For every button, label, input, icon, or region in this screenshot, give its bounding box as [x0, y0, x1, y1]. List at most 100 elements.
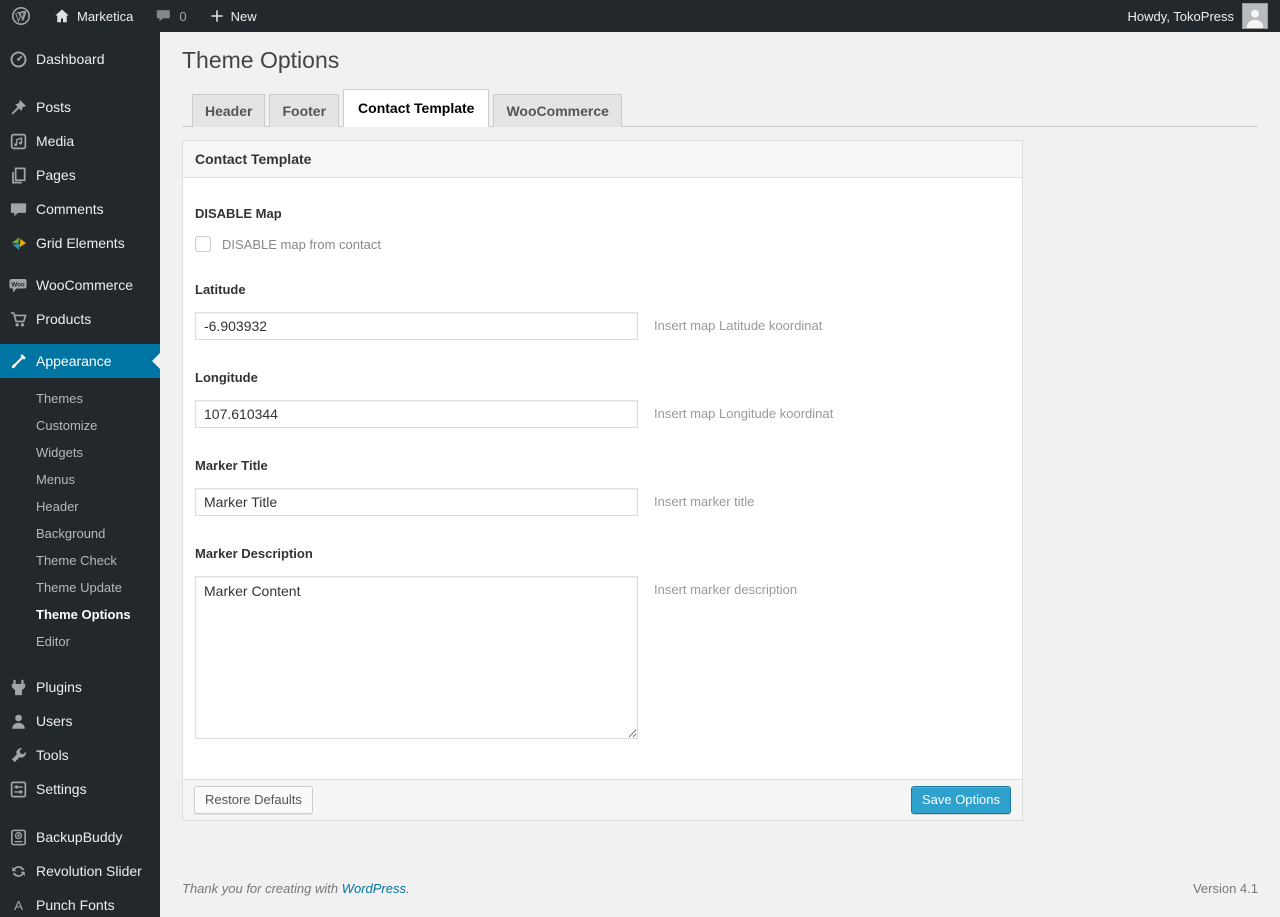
- disable-map-checkbox-label: DISABLE map from contact: [222, 236, 381, 252]
- panel-footer: Restore Defaults Save Options: [183, 779, 1022, 820]
- comments-menu[interactable]: 0: [144, 0, 197, 32]
- howdy-label: Howdy, TokoPress: [1127, 8, 1234, 24]
- sidebar-item-plugins[interactable]: Plugins: [0, 670, 160, 704]
- sidebar-item-posts[interactable]: Posts: [0, 90, 160, 124]
- field-label: Marker Title: [195, 458, 268, 473]
- contact-template-panel: Contact Template DISABLE Map DISABLE map…: [182, 140, 1023, 821]
- sidebar-item-tools[interactable]: Tools: [0, 738, 160, 772]
- sidebar-item-label: Grid Elements: [36, 235, 125, 251]
- menu-separator: [0, 76, 160, 90]
- sidebar-item-label: Plugins: [36, 679, 82, 695]
- svg-text:A: A: [14, 898, 23, 913]
- tab-woocommerce[interactable]: WooCommerce: [493, 94, 622, 127]
- avatar: [1242, 3, 1268, 29]
- longitude-hint: Insert map Longitude koordinat: [654, 406, 834, 421]
- submenu-item-theme-options[interactable]: Theme Options: [0, 602, 160, 629]
- disable-map-checkbox[interactable]: [195, 236, 211, 252]
- sidebar-item-backupbuddy[interactable]: BackupBuddy: [0, 820, 160, 854]
- woocommerce-icon: Woo: [8, 275, 28, 295]
- tab-footer[interactable]: Footer: [269, 94, 340, 127]
- admin-bar: Marketica 0 New Howdy, TokoPress: [0, 0, 1280, 32]
- sidebar-item-grid-elements[interactable]: Grid Elements: [0, 226, 160, 260]
- cart-icon: [8, 309, 28, 329]
- marker-description-hint: Insert marker description: [654, 582, 798, 597]
- sidebar-item-label: Dashboard: [36, 51, 105, 67]
- field-latitude: Latitude Insert map Latitude koordinat: [195, 282, 1010, 340]
- wrench-icon: [8, 745, 28, 765]
- sidebar-item-label: Comments: [36, 201, 104, 217]
- sidebar-item-revolution-slider[interactable]: Revolution Slider: [0, 854, 160, 888]
- sidebar-item-label: Tools: [36, 747, 69, 763]
- page-title: Theme Options: [182, 47, 340, 73]
- save-options-button[interactable]: Save Options: [910, 786, 1011, 814]
- submenu-item-theme-update[interactable]: Theme Update: [0, 575, 160, 602]
- admin-menu: Dashboard Posts Media Pages Comments Gri…: [0, 32, 160, 917]
- pushpin-icon: [8, 97, 28, 117]
- grid-elements-icon: [8, 233, 28, 253]
- panel-title: Contact Template: [183, 141, 1022, 178]
- submenu-item-header[interactable]: Header: [0, 494, 160, 521]
- site-name-menu[interactable]: Marketica: [42, 0, 144, 32]
- account-menu[interactable]: Howdy, TokoPress: [1128, 3, 1268, 29]
- user-icon: [8, 711, 28, 731]
- submenu-item-themes[interactable]: Themes: [0, 386, 160, 413]
- menu-separator: [0, 336, 160, 344]
- menu-separator: [0, 662, 160, 670]
- sidebar-item-label: Punch Fonts: [36, 897, 115, 913]
- disable-map-row: DISABLE map from contact: [195, 236, 1010, 252]
- submenu-item-widgets[interactable]: Widgets: [0, 440, 160, 467]
- media-icon: [8, 131, 28, 151]
- appearance-submenu: Themes Customize Widgets Menus Header Ba…: [0, 378, 160, 662]
- sidebar-item-woocommerce[interactable]: Woo WooCommerce: [0, 268, 160, 302]
- restore-defaults-button[interactable]: Restore Defaults: [194, 786, 313, 814]
- sidebar-item-dashboard[interactable]: Dashboard: [0, 42, 160, 76]
- sidebar-item-comments[interactable]: Comments: [0, 192, 160, 226]
- latitude-input[interactable]: [195, 312, 638, 340]
- submenu-item-customize[interactable]: Customize: [0, 413, 160, 440]
- field-marker-description: Marker Description Marker Content Insert…: [195, 546, 1010, 739]
- latitude-hint: Insert map Latitude koordinat: [654, 318, 823, 333]
- longitude-input[interactable]: [195, 400, 638, 428]
- plus-icon: [209, 8, 225, 24]
- marker-description-textarea[interactable]: Marker Content: [195, 576, 638, 739]
- wordpress-logo-icon: [11, 6, 31, 26]
- marker-title-input[interactable]: [195, 488, 638, 516]
- sidebar-item-label: Users: [36, 713, 73, 729]
- pages-icon: [8, 165, 28, 185]
- submenu-item-background[interactable]: Background: [0, 521, 160, 548]
- sidebar-item-punch-fonts[interactable]: A Punch Fonts: [0, 888, 160, 917]
- submenu-item-theme-check[interactable]: Theme Check: [0, 548, 160, 575]
- menu-separator: [0, 260, 160, 268]
- footer-version: Version 4.1: [1192, 881, 1258, 896]
- submenu-item-menus[interactable]: Menus: [0, 467, 160, 494]
- tab-bar: Header Footer Contact Template WooCommer…: [182, 89, 1258, 127]
- sidebar-item-label: Settings: [36, 781, 87, 797]
- submenu-item-editor[interactable]: Editor: [0, 629, 160, 656]
- field-disable-map: DISABLE Map DISABLE map from contact: [195, 206, 1010, 252]
- backupbuddy-icon: [8, 827, 28, 847]
- menu-separator: [0, 806, 160, 820]
- new-content-menu[interactable]: New: [198, 0, 268, 32]
- field-label: Marker Description: [195, 546, 313, 561]
- sidebar-item-label: Products: [36, 311, 92, 327]
- sidebar-item-pages[interactable]: Pages: [0, 158, 160, 192]
- sidebar-item-appearance[interactable]: Appearance: [0, 344, 160, 378]
- page-footer: Thank you for creating with WordPress. V…: [182, 881, 1258, 916]
- tab-contact-template[interactable]: Contact Template: [343, 89, 490, 127]
- new-label: New: [230, 8, 257, 24]
- sidebar-item-media[interactable]: Media: [0, 124, 160, 158]
- plug-icon: [8, 677, 28, 697]
- tab-header[interactable]: Header: [192, 94, 266, 127]
- field-label: Longitude: [195, 370, 258, 385]
- field-marker-title: Marker Title Insert marker title: [195, 458, 1010, 516]
- sidebar-item-settings[interactable]: Settings: [0, 772, 160, 806]
- field-label: Latitude: [195, 282, 246, 297]
- wordpress-logo-menu[interactable]: [0, 0, 42, 32]
- panel-body: DISABLE Map DISABLE map from contact Lat…: [183, 178, 1022, 779]
- wordpress-link[interactable]: WordPress: [342, 881, 406, 896]
- field-label: DISABLE Map: [195, 206, 282, 221]
- sidebar-item-label: BackupBuddy: [36, 829, 123, 845]
- sidebar-item-products[interactable]: Products: [0, 302, 160, 336]
- sidebar-item-users[interactable]: Users: [0, 704, 160, 738]
- settings-icon: [8, 779, 28, 799]
